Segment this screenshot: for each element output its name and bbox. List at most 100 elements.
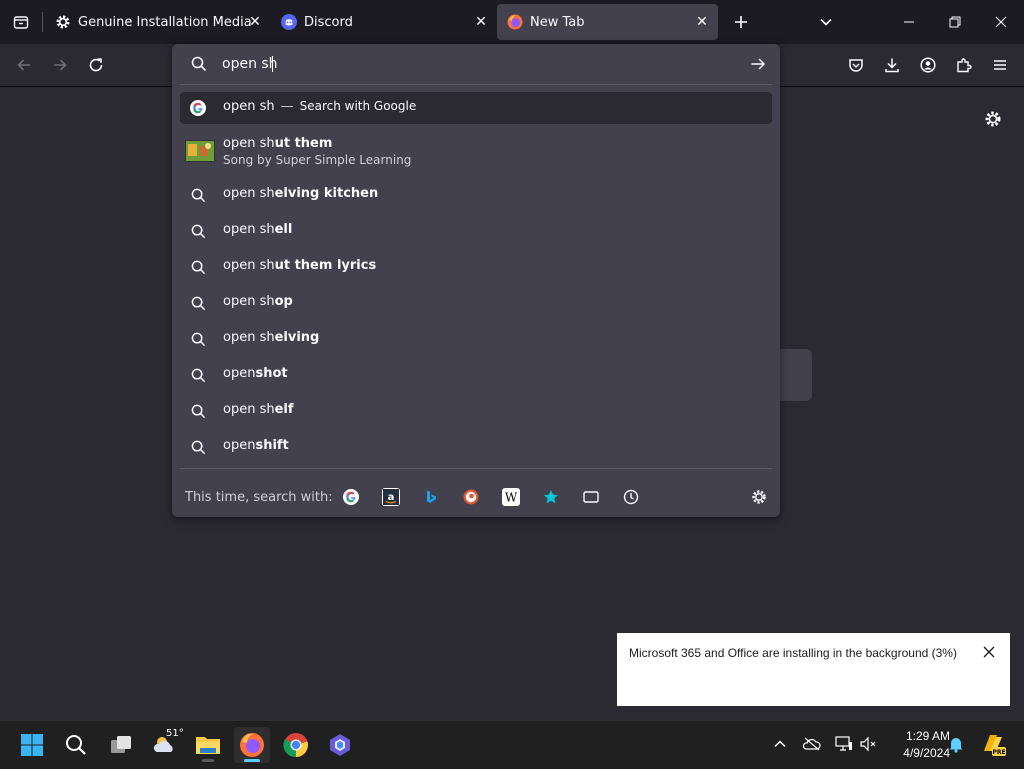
search-taskbar-button[interactable] <box>58 727 94 763</box>
account-button[interactable] <box>916 53 940 77</box>
suggestion-text: open shelving kitchen <box>223 186 379 201</box>
close-icon <box>995 16 1007 28</box>
tabs-button[interactable] <box>582 488 600 506</box>
amazon-icon: a <box>383 489 399 505</box>
close-tab-icon[interactable]: ✕ <box>247 14 263 30</box>
star-icon <box>544 490 558 504</box>
notifications-button[interactable] <box>946 734 966 754</box>
google-engine-button[interactable] <box>342 488 360 506</box>
account-icon <box>920 57 936 73</box>
puzzle-icon <box>957 58 972 73</box>
file-explorer-button[interactable] <box>190 727 226 763</box>
back-button[interactable] <box>12 53 36 77</box>
suggestion-text: open shop <box>223 294 293 309</box>
task-view-icon <box>111 736 131 753</box>
search-icon <box>190 331 206 347</box>
download-icon <box>885 58 899 73</box>
search-settings-button[interactable] <box>750 488 768 506</box>
suggestion-subtitle: Song by Super Simple Learning <box>223 153 412 167</box>
cloud-offline-icon <box>803 737 821 751</box>
firefox-icon <box>507 14 523 30</box>
pocket-button[interactable] <box>844 53 868 77</box>
svg-text:W: W <box>505 491 518 505</box>
copilot-pre-icon[interactable]: PRE <box>980 731 1006 757</box>
tab-new-tab[interactable]: New Tab ✕ <box>497 4 718 40</box>
suggestion-row[interactable]: open shell <box>180 215 772 247</box>
restore-icon <box>949 16 961 28</box>
firefox-icon <box>240 733 264 757</box>
restore-button[interactable] <box>932 0 978 44</box>
search-icon <box>191 56 207 76</box>
search-icon <box>190 403 206 419</box>
onedrive-tray-icon[interactable] <box>802 734 822 754</box>
task-view-button[interactable] <box>103 727 139 763</box>
history-button[interactable] <box>622 488 640 506</box>
discord-icon <box>281 14 297 30</box>
urlbar-input[interactable] <box>222 53 742 75</box>
close-tab-icon[interactable]: ✕ <box>473 14 489 30</box>
weather-widget[interactable]: 51° <box>147 727 184 763</box>
amazon-engine-button[interactable]: a <box>382 488 400 506</box>
suggestion-row[interactable]: open shelf <box>180 395 772 427</box>
tab-strip: Genuine Installation Media ✕ Discord ✕ N… <box>0 0 1024 44</box>
bookmarks-button[interactable] <box>542 488 560 506</box>
notification-message: Microsoft 365 and Office are installing … <box>629 646 957 660</box>
suggestion-row[interactable]: open shop <box>180 287 772 319</box>
tab-title: Genuine Installation Media <box>78 14 252 30</box>
clock-icon <box>623 489 639 505</box>
suggestion-row[interactable]: openshift <box>180 431 772 463</box>
suggestion-text: open shut them lyrics <box>223 258 377 273</box>
svg-text:a: a <box>388 492 395 503</box>
urlbar <box>172 44 780 84</box>
suggestion-row[interactable]: openshot <box>180 359 772 391</box>
show-hidden-icons-button[interactable] <box>770 734 790 754</box>
gear-icon <box>752 490 766 504</box>
start-button[interactable] <box>14 727 50 763</box>
plus-icon <box>735 16 747 28</box>
network-tray-icon[interactable] <box>834 734 854 754</box>
close-window-button[interactable] <box>978 0 1024 44</box>
search-icon <box>190 367 206 383</box>
gear-icon <box>55 14 71 30</box>
system-clock[interactable]: 1:29 AM 4/9/2024 <box>884 728 950 762</box>
search-icon <box>190 187 206 203</box>
copilot-icon <box>330 734 350 756</box>
volume-tray-icon[interactable] <box>858 734 878 754</box>
search-icon <box>190 439 206 455</box>
go-button[interactable] <box>750 56 766 76</box>
chevron-up-icon <box>774 740 786 748</box>
downloads-button[interactable] <box>880 53 904 77</box>
forward-button[interactable] <box>48 53 72 77</box>
list-all-tabs-button[interactable] <box>803 0 849 44</box>
suggestion-text: open shelving <box>223 330 320 345</box>
speaker-muted-icon <box>860 736 876 752</box>
tab-title: New Tab <box>530 14 585 30</box>
chrome-taskbar-button[interactable] <box>278 727 314 763</box>
wikipedia-engine-button[interactable]: W <box>502 488 520 506</box>
new-tab-button[interactable] <box>718 0 764 44</box>
firefox-view-button[interactable] <box>0 0 42 44</box>
reload-button[interactable] <box>84 53 108 77</box>
firefox-taskbar-button[interactable] <box>234 727 270 763</box>
suggestion-row[interactable]: open sh — Search with Google <box>180 92 772 124</box>
bing-engine-button[interactable] <box>422 488 440 506</box>
chevron-down-icon <box>820 18 832 26</box>
suggestion-row[interactable]: open shut them lyrics <box>180 251 772 283</box>
firefox-view-icon <box>13 16 29 29</box>
suggestion-row[interactable]: open shelving <box>180 323 772 355</box>
close-notification-button[interactable] <box>982 645 998 661</box>
divider <box>180 84 772 85</box>
close-tab-icon[interactable]: ✕ <box>694 14 710 30</box>
suggestion-row-rich[interactable]: open shut them Song by Super Simple Lear… <box>180 132 772 172</box>
office-install-notification: Microsoft 365 and Office are installing … <box>617 633 1010 706</box>
customize-new-tab-button[interactable] <box>981 107 1005 131</box>
suggestion-row[interactable]: open shelving kitchen <box>180 179 772 211</box>
tab-genuine-installation-media[interactable]: Genuine Installation Media ✕ <box>45 4 271 40</box>
duckduckgo-engine-button[interactable] <box>462 488 480 506</box>
app-menu-button[interactable] <box>988 53 1012 77</box>
extensions-button[interactable] <box>952 53 976 77</box>
tab-discord[interactable]: Discord ✕ <box>271 4 497 40</box>
minimize-button[interactable] <box>886 0 932 44</box>
bell-icon <box>949 738 963 753</box>
copilot-taskbar-button[interactable] <box>322 727 358 763</box>
